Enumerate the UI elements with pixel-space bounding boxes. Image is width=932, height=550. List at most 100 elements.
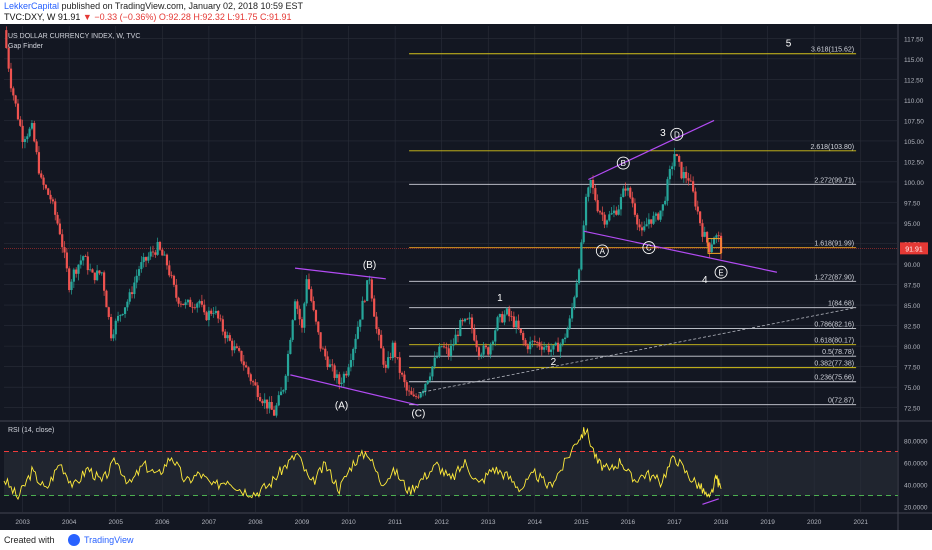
chart-area[interactable]: 117.50 115.00 112.50 110.00 107.50 105.00 102.… [0,24,932,530]
candle-body [391,342,394,359]
candle-body [179,303,183,305]
candle-body [459,320,462,336]
candle-body [91,269,94,273]
candle-body [410,391,413,395]
candle-body [380,334,383,349]
wave-label: D [674,130,680,139]
candle-body [668,169,671,180]
candle-body [133,282,136,295]
candle-body [445,347,448,349]
candle-body [456,334,460,336]
candle-body [426,380,429,384]
candle-body [151,251,155,253]
candle-body [494,330,497,342]
candle-body [321,348,325,350]
candle-body [238,348,241,351]
candle-body [491,341,495,345]
ohlc-values: O:92.28 H:92.32 L:91.75 C:91.91 [158,12,292,22]
candle-body [601,212,604,215]
rsi-y-tick-label: 80.0000 [904,439,928,446]
candle-body [75,269,78,274]
candle-body [107,307,110,317]
last-price: 91.91 [57,12,81,22]
x-tick-label: 2016 [621,519,636,526]
candle-body [596,200,599,212]
candle-body [270,402,273,410]
x-tick-label: 2009 [295,519,310,526]
y-tick-label: 77.50 [904,365,921,372]
candle-body [440,346,443,348]
candle-body [144,257,148,261]
candle-body [279,391,283,396]
candle-body [377,328,380,335]
candle-body [612,210,616,214]
x-tick-label: 2014 [528,519,543,526]
candle-body [240,350,243,362]
candle-body [559,344,562,352]
candle-body [605,220,609,225]
y-tick-label: 115.00 [904,57,924,64]
candle-body [442,346,446,348]
candle-body [40,173,43,178]
candle-body [622,188,625,198]
candle-body [233,346,236,351]
candle-body [130,292,134,295]
candle-body [615,210,618,215]
published-text: published on TradingView.com, January 02… [61,1,304,11]
x-tick-label: 2007 [202,519,217,526]
wave-label: (B) [363,260,376,271]
candle-body [303,303,306,328]
indicator-label: Gap Finder [8,43,44,50]
candle-body [35,141,38,153]
candle-body [300,319,304,328]
wave-label: 1 [497,293,503,304]
fib-level-label: 2.272(99.71) [814,177,854,184]
candle-body [566,328,569,338]
candle-body [9,68,13,89]
candle-body [184,302,187,305]
candle-body [582,225,585,243]
candle-body [347,367,350,376]
x-tick-label: 2006 [155,519,170,526]
candle-body [433,357,436,367]
wave-label: 4 [702,275,708,286]
candle-body [147,256,150,261]
candle-body [231,340,234,351]
candle-body [149,251,152,257]
candle-body [163,254,166,256]
candle-body [573,297,576,308]
candle-body [487,347,490,355]
y-tick-label: 97.50 [904,200,921,207]
symbol-line: TVC:DXY, W 91.91 ▼ −0.33 (−0.36%) O:92.2… [4,12,291,22]
candle-body [515,320,518,328]
tradingview-brand-link[interactable]: TradingView [84,535,134,545]
candle-body [42,177,45,185]
candle-body [79,260,82,265]
candle-body [547,345,550,352]
candle-body [168,265,171,276]
candle-body [265,399,269,409]
candle-body [198,301,201,304]
candle-body [12,88,15,96]
publisher-link[interactable]: LekkerCapital [4,1,59,11]
candle-body [28,128,31,137]
wave-label: C [646,244,652,253]
candle-body [685,172,688,179]
candle-body [512,316,515,328]
candle-body [345,373,348,376]
candle-body [589,179,592,188]
candle-body [366,280,369,302]
candle-body [633,203,637,215]
chart-svg[interactable]: 117.50 115.00 112.50 110.00 107.50 105.00 102.… [0,24,932,530]
candle-body [54,201,57,215]
candle-body [314,310,318,322]
wave-label: 3 [660,128,666,139]
candle-body [417,396,420,398]
candle-body [396,357,399,359]
candle-body [659,210,662,220]
candle-body [505,308,508,315]
y-tick-label: 95.00 [904,221,921,228]
candle-body [550,349,553,352]
candle-body [217,310,220,319]
candle-body [326,356,329,368]
